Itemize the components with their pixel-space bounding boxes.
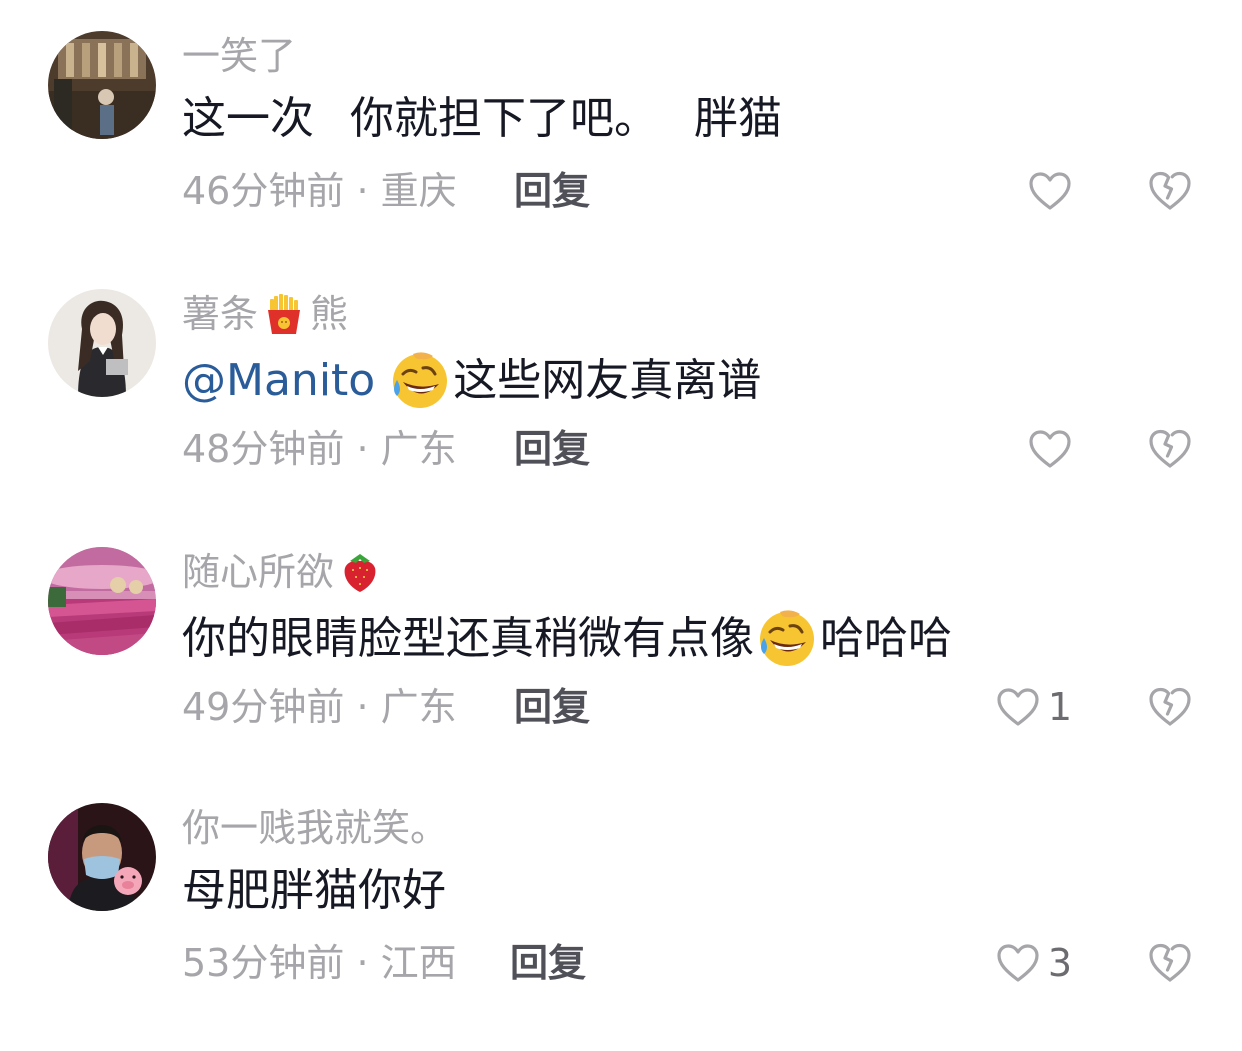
broken-heart-icon [1149,429,1191,468]
username-text: 熊 [310,292,349,336]
mention-link[interactable]: @Manito [182,354,375,408]
comment-text-part: 你就担下了吧。 [350,93,658,144]
dislike-button[interactable] [1148,170,1192,212]
broken-heart-icon [1149,687,1191,726]
separator: · [356,427,369,471]
username-text: 随心所欲 [182,550,335,594]
heart-icon [997,944,1039,982]
comment-meta: 46分钟前 · 重庆 [182,168,457,214]
comment-text: 这一次 你就担下了吧。 胖猫 [182,92,782,146]
like-button[interactable] [1028,168,1072,214]
dislike-button[interactable] [1148,686,1192,728]
timestamp: 48分钟前 [182,427,345,471]
username-text: 你一贱我就笑。 [182,806,449,850]
comment-item: 一笑了 这一次 你就担下了吧。 胖猫 46分钟前 · 重庆 回复 [0,0,1242,258]
reply-button[interactable]: 回复 [514,168,590,214]
like-button[interactable]: 1 [996,684,1072,730]
username[interactable]: 一笑了 [182,33,296,79]
comment-text: @Manito 这些网友真离谱 [182,350,761,412]
username-text: 薯条 [182,292,259,336]
fries-emoji-icon [262,292,306,336]
username[interactable]: 你一贱我就笑。 [182,805,448,851]
comment-text: 母肥胖猫你好 [182,864,446,918]
comment-text-part: 哈哈哈 [820,613,952,664]
reply-button[interactable]: 回复 [514,426,590,472]
timestamp: 46分钟前 [182,169,345,213]
comment-text-part: 这一次 [182,93,314,144]
heart-icon [997,688,1039,726]
location: 江西 [380,941,457,985]
username-text: 一笑了 [182,34,297,78]
separator: · [356,941,369,985]
reply-button[interactable]: 回复 [514,684,590,730]
timestamp: 49分钟前 [182,685,345,729]
comment-text-part: 你的眼睛脸型还真稍微有点像 [182,613,754,664]
comment-meta: 49分钟前 · 广东 [182,684,457,730]
reply-button[interactable]: 回复 [510,940,586,986]
like-button[interactable]: 3 [996,940,1072,986]
dislike-button[interactable] [1148,428,1192,470]
heart-icon [1029,430,1071,468]
dislike-button[interactable] [1148,942,1192,984]
strawberry-emoji-icon [338,550,382,594]
broken-heart-icon [1149,943,1191,982]
like-button[interactable] [1028,426,1072,472]
timestamp: 53分钟前 [182,941,345,985]
broken-heart-icon [1149,171,1191,210]
comment-meta: 53分钟前 · 江西 [182,940,457,986]
comment-text-part: 母肥胖猫你好 [182,865,446,916]
username[interactable]: 薯条 熊 [182,291,348,337]
rolling-laugh-emoji-icon [389,350,451,412]
avatar[interactable] [48,803,156,911]
comment-item: 薯条 熊 @Manito 这些网友真离谱 48分钟前 · 广东 回复 [0,258,1242,516]
avatar[interactable] [48,31,156,139]
separator: · [356,169,369,213]
comment-list: 一笑了 这一次 你就担下了吧。 胖猫 46分钟前 · 重庆 回复 薯条 熊 @M… [0,0,1242,1051]
heart-icon [1029,172,1071,210]
separator: · [356,685,369,729]
location: 重庆 [380,169,457,213]
comment-text-part: 这些网友真离谱 [453,355,762,406]
like-count: 3 [1047,941,1072,985]
rolling-laugh-emoji-icon [756,608,818,670]
comment-meta: 48分钟前 · 广东 [182,426,457,472]
location: 广东 [380,427,457,471]
comment-text: 你的眼睛脸型还真稍微有点像 哈哈哈 [182,608,952,670]
comment-item: 随心所欲 你的眼睛脸型还真稍微有点像 哈哈哈 49分钟前 · 广东 回复 1 [0,516,1242,774]
comment-item: 你一贱我就笑。 母肥胖猫你好 53分钟前 · 江西 回复 3 [0,772,1242,1030]
like-count: 1 [1047,685,1072,729]
avatar[interactable] [48,289,156,397]
comment-text-part: 胖猫 [694,93,782,144]
location: 广东 [380,685,457,729]
username[interactable]: 随心所欲 [182,549,386,595]
avatar[interactable] [48,547,156,655]
